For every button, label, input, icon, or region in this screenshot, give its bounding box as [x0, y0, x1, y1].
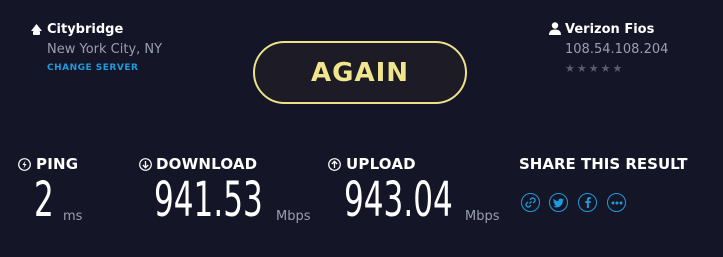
upload-label: UPLOAD: [346, 155, 416, 173]
isp-ip-address: 108.54.108.204: [565, 42, 669, 57]
server-location: New York City, NY: [47, 42, 163, 57]
server-name: Citybridge: [47, 22, 124, 37]
ping-label: PING: [36, 155, 79, 173]
again-button[interactable]: AGAIN: [253, 41, 467, 104]
ping-icon: [18, 158, 31, 171]
isp-name: Verizon Fios: [565, 22, 655, 37]
ping-unit: ms: [63, 209, 83, 224]
upload-icon: [328, 158, 341, 171]
change-server-link[interactable]: CHANGE SERVER: [47, 63, 138, 73]
user-icon: [549, 22, 561, 35]
server-marker-icon: [31, 24, 42, 35]
download-label: DOWNLOAD: [156, 155, 258, 173]
more-icon[interactable]: [607, 193, 626, 212]
again-button-label: AGAIN: [310, 57, 410, 88]
upload-unit: Mbps: [465, 209, 500, 224]
download-unit: Mbps: [276, 209, 311, 224]
download-value: 941.53: [154, 172, 263, 228]
share-title: SHARE THIS RESULT: [519, 155, 688, 173]
download-icon: [139, 158, 152, 171]
ping-value: 2: [34, 172, 54, 228]
upload-value: 943.04: [344, 172, 453, 228]
twitter-icon[interactable]: [549, 193, 568, 212]
isp-rating-stars[interactable]: ★★★★★: [565, 62, 624, 75]
link-icon[interactable]: [521, 193, 540, 212]
facebook-icon[interactable]: [578, 193, 597, 212]
